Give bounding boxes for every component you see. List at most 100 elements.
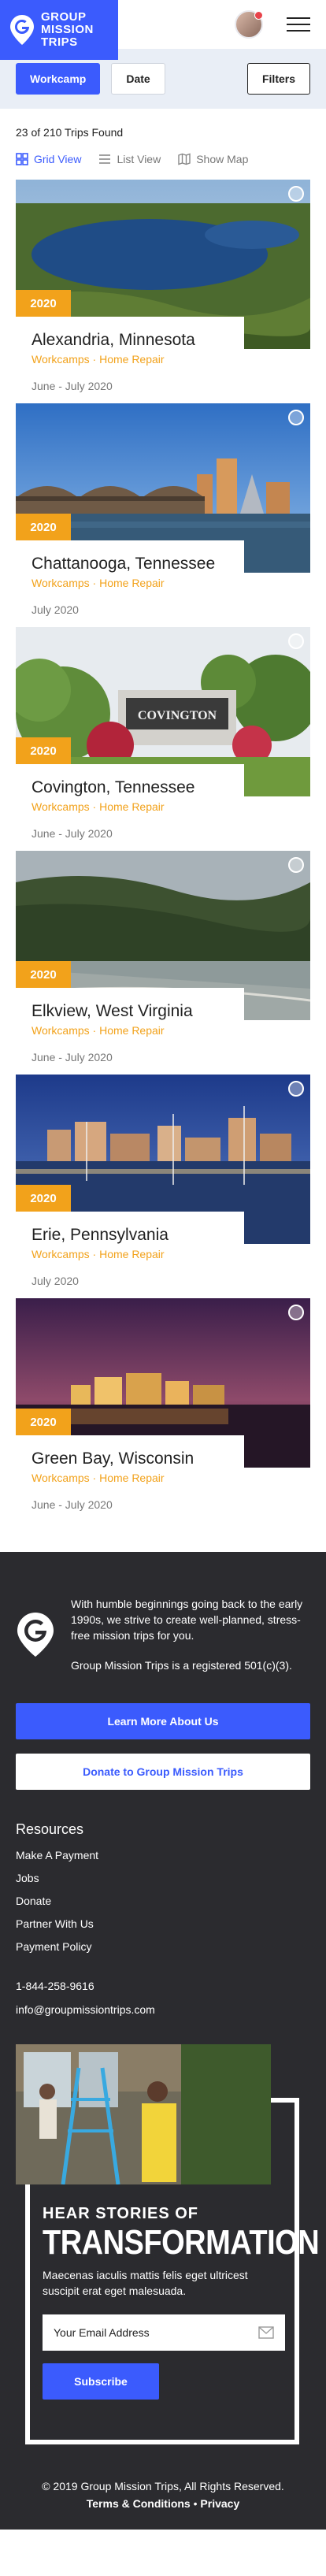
logo-line-3: TRIPS (41, 35, 78, 49)
phone-link[interactable]: 1-844-258-9616 (16, 1980, 310, 1992)
results-count: 23 of 210 Trips Found (16, 126, 124, 139)
grid-icon (16, 153, 28, 165)
trip-card[interactable]: 2020 Erie, Pennsylvania Workcamps · Home… (16, 1075, 310, 1298)
trip-card[interactable]: 2020 Elkview, West Virginia Workcamps · … (16, 851, 310, 1075)
trip-tags: Workcamps · Home Repair (31, 1248, 165, 1260)
trip-tags: Workcamps · Home Repair (31, 353, 165, 366)
show-map-option[interactable]: Show Map (178, 153, 248, 165)
trip-title[interactable]: Green Bay, Wisconsin (31, 1449, 228, 1468)
trip-card[interactable]: COVINGTON 2020 Covington, Tennessee Work… (16, 627, 310, 851)
newsletter-photo (16, 2044, 271, 2184)
email-link[interactable]: info@groupmissiontrips.com (16, 2003, 310, 2016)
resource-link-make-a-payment[interactable]: Make A Payment (16, 1849, 310, 1861)
trip-info: Chattanooga, Tennessee Workcamps · Home … (16, 540, 244, 622)
newsletter-kicker: HEAR STORIES OF (43, 2205, 198, 2222)
list-view-option[interactable]: List View (98, 153, 161, 165)
trip-year-badge: 2020 (16, 1409, 71, 1435)
grid-view-option[interactable]: Grid View (16, 153, 81, 165)
trip-card[interactable]: 2020 Alexandria, Minnesota Workcamps · H… (16, 180, 310, 403)
trip-title[interactable]: Covington, Tennessee (31, 778, 228, 797)
trip-card[interactable]: 2020 Chattanooga, Tennessee Workcamps · … (16, 403, 310, 627)
trip-info: Erie, Pennsylvania Workcamps · Home Repa… (16, 1212, 244, 1294)
hamburger-line (287, 30, 310, 32)
trip-dates: June - July 2020 (31, 380, 113, 392)
grid-view-label: Grid View (34, 153, 82, 165)
favorite-toggle[interactable] (288, 410, 304, 425)
trip-tags: Workcamps · Home Repair (31, 577, 165, 589)
about-text: With humble beginnings going back to the… (71, 1596, 310, 1673)
site-footer: With humble beginnings going back to the… (0, 1552, 326, 2530)
favorite-toggle[interactable] (288, 857, 304, 873)
trip-tags: Workcamps · Home Repair (31, 1024, 165, 1037)
trip-info: Covington, Tennessee Workcamps · Home Re… (16, 764, 244, 846)
newsletter-section: HEAR STORIES OF TRANSFORMATION Maecenas … (16, 2044, 320, 2454)
hamburger-line (287, 24, 310, 25)
trip-card[interactable]: 2020 Green Bay, Wisconsin Workcamps · Ho… (16, 1298, 310, 1522)
separator: • (193, 2497, 198, 2510)
show-map-label: Show Map (196, 153, 249, 165)
resources-list: Make A Payment Jobs Donate Partner With … (16, 1849, 310, 1953)
legal-links: Terms & Conditions • Privacy (16, 2495, 310, 2512)
copyright-text: © 2019 Group Mission Trips, All Rights R… (42, 2480, 284, 2492)
trip-year-badge: 2020 (16, 961, 71, 988)
trip-info: Alexandria, Minnesota Workcamps · Home R… (16, 317, 244, 399)
trip-title[interactable]: Elkview, West Virginia (31, 1002, 228, 1021)
trip-info: Elkview, West Virginia Workcamps · Home … (16, 988, 244, 1070)
resources-heading: Resources (16, 1821, 84, 1837)
trip-dates: June - July 2020 (31, 827, 113, 840)
logo-pin-icon (10, 15, 34, 45)
trip-title[interactable]: Chattanooga, Tennessee (31, 555, 228, 573)
favorite-toggle[interactable] (288, 1081, 304, 1097)
logo-pin-icon (17, 1613, 54, 1657)
workcamp-filter-button[interactable]: Workcamp (16, 63, 101, 95)
trip-tags: Workcamps · Home Repair (31, 1472, 165, 1484)
newsletter-description: Maecenas iaculis mattis felis eget ultri… (43, 2269, 248, 2297)
date-filter-button[interactable]: Date (111, 63, 165, 95)
resource-link-donate[interactable]: Donate (16, 1895, 310, 1907)
favorite-toggle[interactable] (288, 633, 304, 649)
list-icon (99, 154, 111, 164)
trip-year-badge: 2020 (16, 514, 71, 540)
resource-link-partner[interactable]: Partner With Us (16, 1917, 310, 1930)
newsletter-headline: TRANSFORMATION (43, 2223, 320, 2262)
trip-title[interactable]: Alexandria, Minnesota (31, 331, 228, 350)
logo-wordmark: GROUP MISSION TRIPS (41, 11, 94, 49)
trip-tags: Workcamps · Home Repair (31, 800, 165, 813)
trip-dates: June - July 2020 (31, 1051, 113, 1063)
trip-dates: July 2020 (31, 603, 79, 616)
subscribe-button[interactable]: Subscribe (43, 2363, 159, 2400)
user-avatar[interactable] (235, 10, 263, 39)
resource-link-payment-policy[interactable]: Payment Policy (16, 1940, 310, 1953)
trip-year-badge: 2020 (16, 1185, 71, 1212)
email-field[interactable] (54, 2326, 243, 2339)
covington-sign-text: COVINGTON (138, 709, 217, 722)
learn-more-button[interactable]: Learn More About Us (16, 1703, 310, 1739)
trip-year-badge: 2020 (16, 290, 71, 317)
favorite-toggle[interactable] (288, 1305, 304, 1320)
donate-button[interactable]: Donate to Group Mission Trips (16, 1754, 310, 1790)
hamburger-icon[interactable] (287, 17, 310, 32)
results-summary: 23 of 210 Trips Found Grid View List Vie… (0, 109, 326, 165)
about-paragraph: Group Mission Trips is a registered 501(… (71, 1659, 292, 1672)
list-view-label: List View (117, 153, 161, 165)
logo-line-1: GROUP (41, 10, 87, 24)
site-header: GROUP MISSION TRIPS (0, 0, 326, 60)
about-paragraph: With humble beginnings going back to the… (71, 1598, 303, 1642)
privacy-link[interactable]: Privacy (200, 2497, 239, 2510)
contact-info: 1-844-258-9616 info@groupmissiontrips.co… (16, 1980, 310, 2016)
envelope-icon (258, 2326, 274, 2339)
view-toggle: Grid View List View Show Map (16, 153, 310, 165)
resource-link-jobs[interactable]: Jobs (16, 1872, 310, 1884)
logo-line-2: MISSION (41, 23, 94, 36)
copyright: © 2019 Group Mission Trips, All Rights R… (16, 2454, 310, 2530)
site-logo[interactable]: GROUP MISSION TRIPS (0, 0, 118, 60)
email-field-wrapper (43, 2314, 285, 2351)
trip-info: Green Bay, Wisconsin Workcamps · Home Re… (16, 1435, 244, 1517)
terms-link[interactable]: Terms & Conditions (87, 2497, 191, 2510)
footer-about: With humble beginnings going back to the… (16, 1596, 310, 1673)
newsletter-content: HEAR STORIES OF TRANSFORMATION Maecenas … (43, 2205, 320, 2400)
favorite-toggle[interactable] (288, 186, 304, 202)
filters-button[interactable]: Filters (246, 63, 310, 95)
trip-title[interactable]: Erie, Pennsylvania (31, 1226, 228, 1245)
map-icon (178, 153, 191, 165)
